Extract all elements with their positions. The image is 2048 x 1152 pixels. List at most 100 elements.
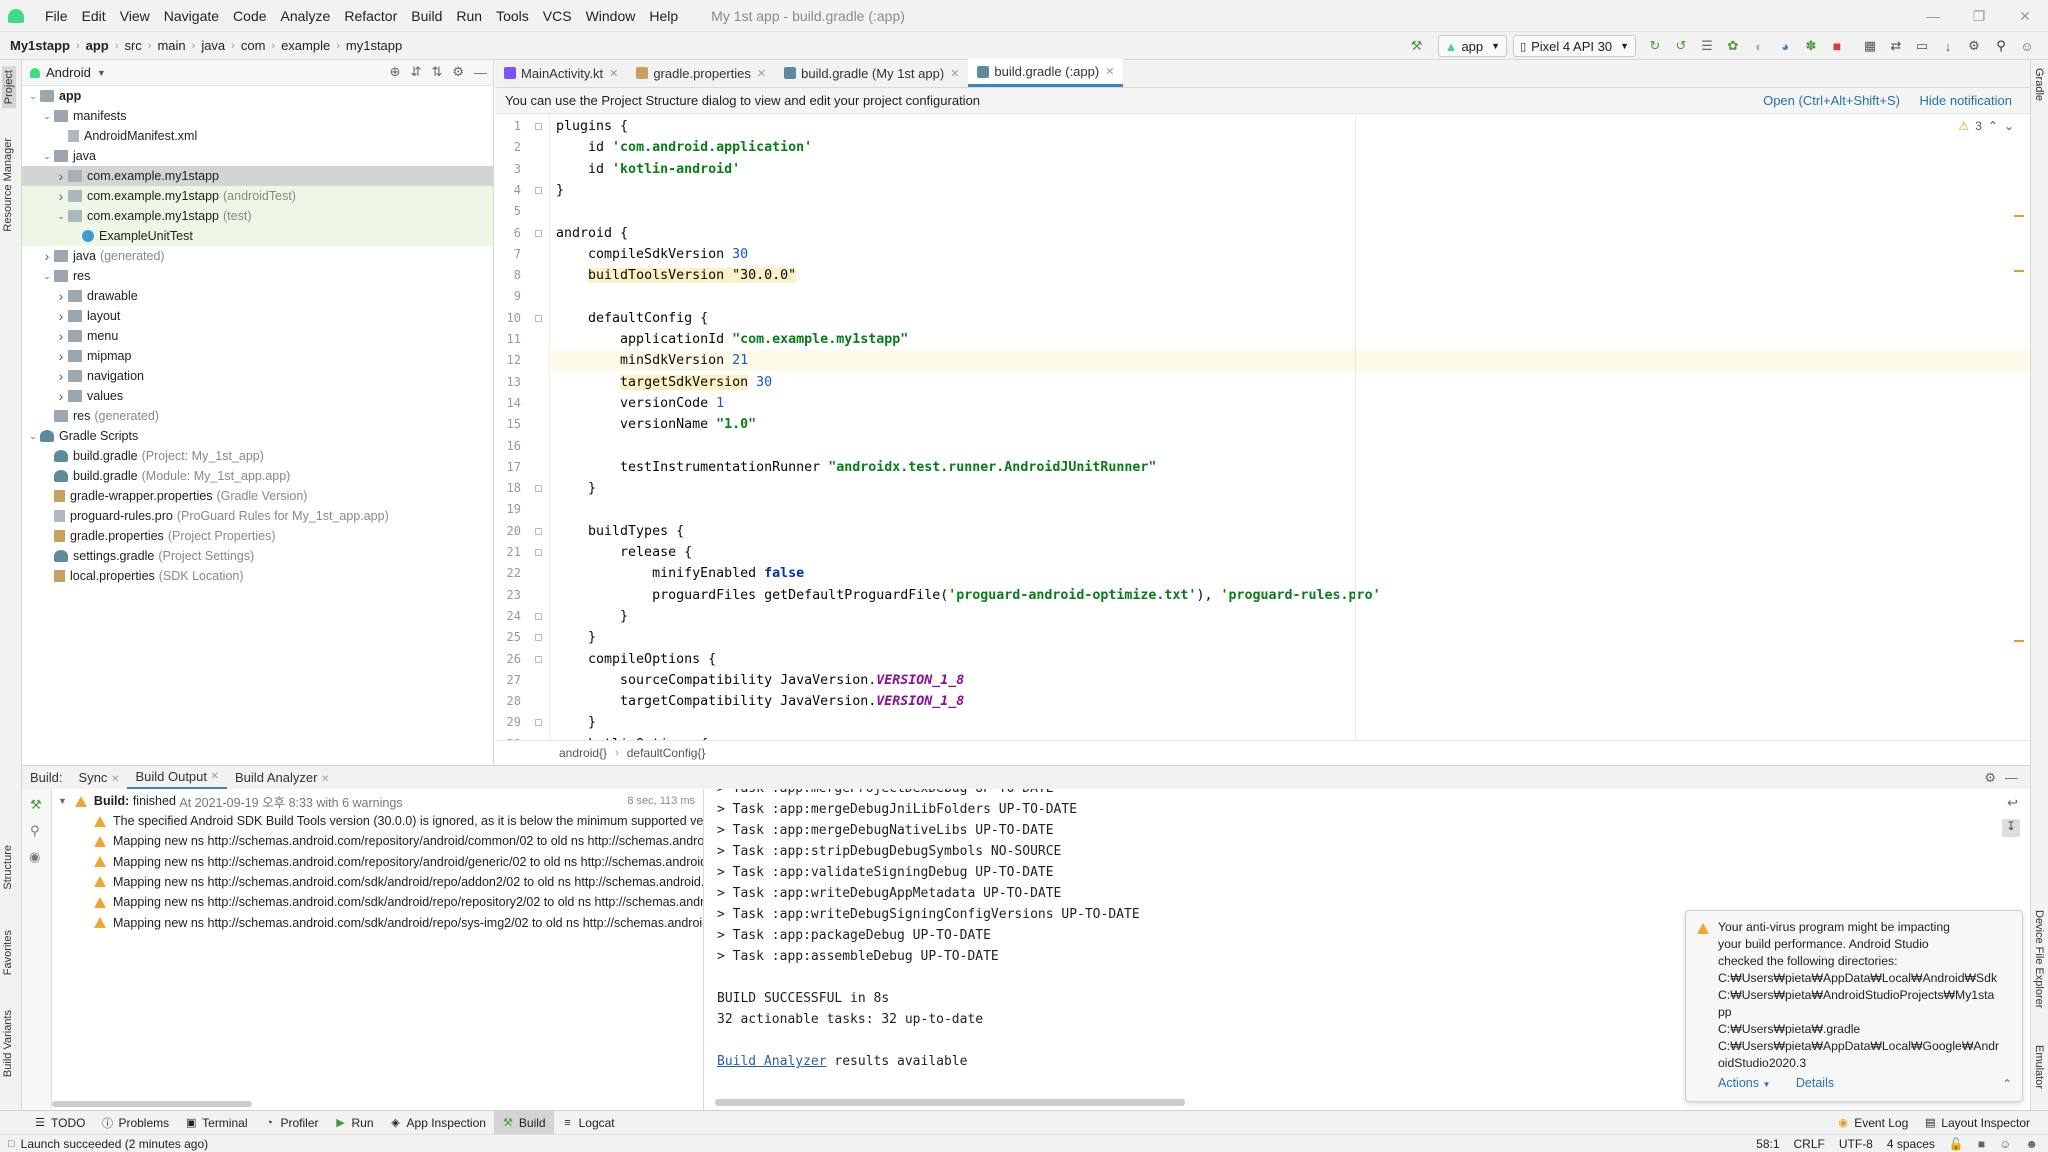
tab-build-gradle-app-[interactable]: build.gradle (:app) ✕ (968, 59, 1124, 87)
tool-todo[interactable]: ☰ TODO (26, 1111, 93, 1135)
build-variants-tool-tab[interactable]: Build Variants (2, 1010, 14, 1077)
fold-marker-icon[interactable] (535, 314, 542, 322)
device-file-explorer-tool-tab[interactable]: Device File Explorer (2033, 910, 2045, 1008)
emulator-tool-tab[interactable]: Emulator (2033, 1045, 2045, 1089)
tool-terminal[interactable]: ▣ Terminal (177, 1111, 255, 1135)
tree-item[interactable]: ⌄ java (22, 146, 493, 166)
restore-icon[interactable]: ❐ (1956, 0, 2002, 32)
chevron-down-icon[interactable]: ⌄ (26, 431, 40, 442)
tree-item[interactable]: › layout (22, 306, 493, 326)
structure-tool-tab[interactable]: Structure (2, 845, 14, 890)
tree-item[interactable]: gradle-wrapper.properties (Gradle Version… (22, 486, 493, 506)
tree-item[interactable]: ⌄ com.example.my1stapp (test) (22, 206, 493, 226)
error-stripe-mark[interactable] (2014, 270, 2024, 272)
tree-item[interactable]: › navigation (22, 366, 493, 386)
breadcrumb-item[interactable]: my1stapp (342, 38, 406, 53)
menu-item-edit[interactable]: Edit (75, 8, 113, 24)
chevron-down-icon[interactable]: ⌄ (40, 271, 54, 282)
menu-item-window[interactable]: Window (579, 8, 643, 24)
profiler-icon[interactable]: ◕ (1777, 38, 1793, 54)
menu-item-analyze[interactable]: Analyze (274, 8, 338, 24)
build-summary-row[interactable]: ▼ Build: finished At 2021-09-19 오후 8:33 … (58, 791, 703, 811)
tree-item[interactable]: build.gradle (Project: My_1st_app) (22, 446, 493, 466)
caret-position[interactable]: 58:1 (1756, 1137, 1779, 1151)
tree-item[interactable]: › values (22, 386, 493, 406)
tool-profiler[interactable]: ◔ Profiler (256, 1111, 327, 1135)
device-dropdown[interactable]: ▯ Pixel 4 API 30 ▼ (1513, 35, 1636, 57)
close-icon[interactable]: ✕ (1105, 65, 1114, 78)
open-project-structure-link[interactable]: Open (Ctrl+Alt+Shift+S) (1763, 93, 1900, 108)
tree-item[interactable]: › mipmap (22, 346, 493, 366)
chevron-down-icon[interactable]: ⌄ (40, 151, 54, 162)
fold-marker-icon[interactable] (535, 634, 542, 642)
tree-item[interactable]: local.properties (SDK Location) (22, 566, 493, 586)
rebuild-hammer-icon[interactable]: ⚒ (30, 797, 42, 813)
error-stripe-mark[interactable] (2014, 640, 2024, 642)
line-separator[interactable]: CRLF (1794, 1137, 1825, 1151)
breadcrumb-item[interactable]: com (237, 38, 270, 53)
tab-build-output[interactable]: Build Output ✕ (127, 766, 228, 790)
minimize-icon[interactable]: — (1910, 0, 1956, 32)
resource-manager-tool-tab[interactable]: Resource Manager (2, 138, 14, 232)
toggle-tool-windows-icon[interactable]: □ (8, 1138, 15, 1150)
tree-item[interactable]: proguard-rules.pro (ProGuard Rules for My… (22, 506, 493, 526)
breadcrumb-item[interactable]: app (82, 38, 113, 53)
hide-panel-icon[interactable]: — (474, 65, 487, 80)
horizontal-scrollbar[interactable] (52, 1101, 252, 1107)
project-structure-icon[interactable]: ▦ (1862, 38, 1878, 54)
stop-icon[interactable]: ■ (1829, 38, 1845, 54)
chevron-right-icon[interactable]: › (54, 308, 68, 324)
inspection-widget[interactable]: ⚠ 3 ⌃ ⌄ (1958, 119, 2014, 133)
chevron-right-icon[interactable]: › (54, 348, 68, 364)
tab-build-gradle-my-1st-app-[interactable]: build.gradle (My 1st app) ✕ (775, 59, 968, 87)
hide-panel-icon[interactable]: — (2005, 770, 2018, 785)
chevron-right-icon[interactable]: › (54, 168, 68, 184)
build-analyzer-link[interactable]: Build Analyzer (717, 1054, 827, 1069)
close-icon[interactable]: ✕ (321, 774, 329, 785)
chevron-down-icon[interactable]: ⌄ (54, 211, 68, 222)
tree-item[interactable]: build.gradle (Module: My_1st_app.app) (22, 466, 493, 486)
tree-item[interactable]: gradle.properties (Project Properties) (22, 526, 493, 546)
project-tool-tab[interactable]: Project (2, 66, 16, 109)
tree-item[interactable]: AndroidManifest.xml (22, 126, 493, 146)
run-config-dropdown[interactable]: ▲ app ▼ (1437, 35, 1508, 57)
tool-logcat[interactable]: ≡ Logcat (554, 1111, 623, 1135)
collapse-all-icon[interactable]: ⇅ (431, 64, 442, 80)
pin-icon[interactable]: ⚲ (30, 823, 40, 839)
tool-run[interactable]: ▶ Run (327, 1111, 382, 1135)
sdk-manager-icon[interactable]: ↓ (1940, 38, 1956, 54)
tab-mainactivity-kt[interactable]: MainActivity.kt ✕ (495, 59, 627, 87)
menu-item-vcs[interactable]: VCS (536, 8, 579, 24)
previous-highlight-icon[interactable]: ⌃ (1988, 119, 1998, 133)
close-icon[interactable]: ✕ (950, 67, 959, 80)
avd-manager-icon[interactable]: ▭ (1914, 38, 1930, 54)
tab-gradle-properties[interactable]: gradle.properties ✕ (627, 59, 775, 87)
tree-item[interactable]: res (generated) (22, 406, 493, 426)
menu-item-navigate[interactable]: Navigate (157, 8, 226, 24)
warning-row[interactable]: Mapping new ns http://schemas.android.co… (94, 852, 703, 872)
search-icon[interactable]: ⚲ (1993, 38, 2009, 54)
close-icon[interactable]: ✕ (111, 774, 119, 785)
breadcrumb-item[interactable]: src (120, 38, 145, 53)
fold-marker-icon[interactable] (535, 229, 542, 237)
tree-item[interactable]: › menu (22, 326, 493, 346)
project-view-dropdown[interactable]: Android (46, 65, 91, 80)
fold-marker-icon[interactable] (535, 527, 542, 535)
breadcrumb-item[interactable]: java (197, 38, 229, 53)
chevron-right-icon[interactable]: › (54, 388, 68, 404)
chevron-down-icon[interactable]: ⌄ (26, 91, 40, 102)
actions-dropdown[interactable]: Actions ▼ (1718, 1076, 1770, 1090)
profile-icon[interactable]: ☰ (1699, 38, 1715, 54)
fold-marker-icon[interactable] (535, 549, 542, 556)
scroll-to-end-icon[interactable]: ↧ (2002, 819, 2020, 837)
tree-item[interactable]: › com.example.my1stapp (22, 166, 493, 186)
lock-icon[interactable]: 🔓 (1949, 1137, 1964, 1151)
close-icon[interactable]: ✕ (211, 771, 219, 782)
feedback-smile-icon[interactable]: ☺ (1999, 1137, 2011, 1151)
close-icon[interactable]: ✕ (757, 67, 766, 80)
tree-item[interactable]: › java (generated) (22, 246, 493, 266)
warning-row[interactable]: The specified Android SDK Build Tools ve… (94, 811, 703, 831)
gradle-tool-tab[interactable]: Gradle (2033, 68, 2045, 101)
tree-item[interactable]: ⌄ Gradle Scripts (22, 426, 493, 446)
menu-item-view[interactable]: View (113, 8, 157, 24)
